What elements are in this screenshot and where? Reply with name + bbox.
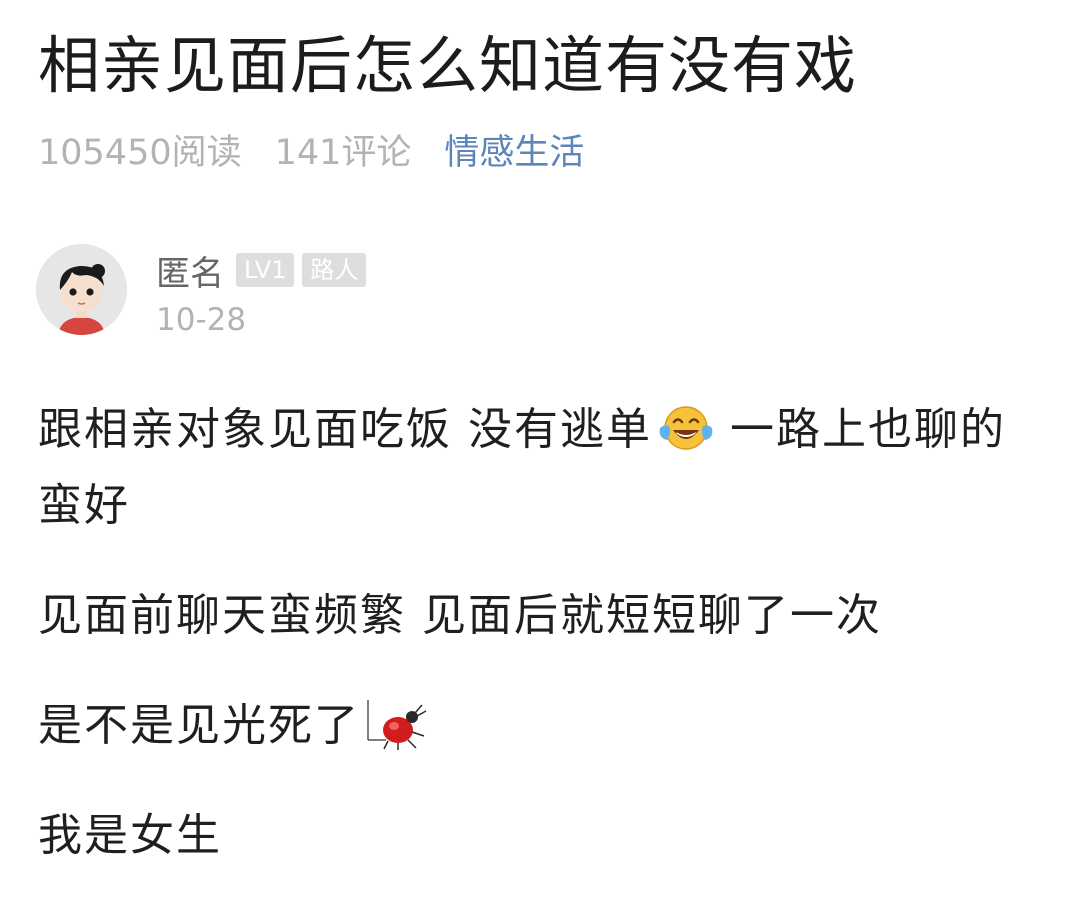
cartoon-avatar-icon[interactable] — [36, 244, 127, 335]
red-bug-emoji-icon — [364, 696, 434, 752]
author-name[interactable]: 匿名 — [156, 246, 224, 295]
author-block: 匿名 LV1 路人 10-28 — [36, 244, 636, 338]
read-count: 105450阅读 — [38, 132, 242, 173]
post-title: 相亲见面后怎么知道有没有戏 — [38, 29, 858, 102]
content-paragraph: 我是女生 — [38, 810, 222, 861]
post-content: 跟相亲对象见面吃饭 没有逃单 一路上也聊的蛮好 见面前聊天蛮频繁 见面后就短短聊… — [38, 392, 1048, 908]
category-link[interactable]: 情感生活 — [444, 124, 584, 175]
comment-count[interactable]: 141评论 — [275, 124, 412, 175]
post-date: 10-28 — [156, 302, 247, 338]
content-text: 是不是见光死了 — [38, 700, 360, 751]
content-paragraph: 跟相亲对象见面吃饭 没有逃单 一路上也聊的蛮好 — [38, 392, 1048, 544]
content-text: 跟相亲对象见面吃饭 没有逃单 — [38, 404, 652, 455]
tears-of-joy-emoji-icon — [656, 400, 716, 450]
level-badge: LV1 — [236, 253, 295, 287]
content-paragraph: 见面前聊天蛮频繁 见面后就短短聊了一次 — [38, 590, 882, 641]
rank-badge: 路人 — [302, 253, 367, 287]
post-meta: 105450阅读 141评论 情感生活 — [38, 124, 584, 174]
author-name-row: 匿名 LV1 路人 — [156, 246, 374, 295]
content-paragraph: 是不是见光死了 — [38, 688, 1048, 764]
